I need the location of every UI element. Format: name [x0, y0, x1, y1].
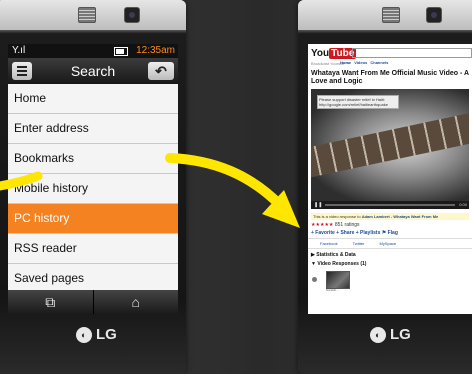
arrow-curve — [165, 153, 285, 210]
arrow-stub — [0, 171, 43, 191]
transition-arrow-icon — [0, 153, 300, 228]
